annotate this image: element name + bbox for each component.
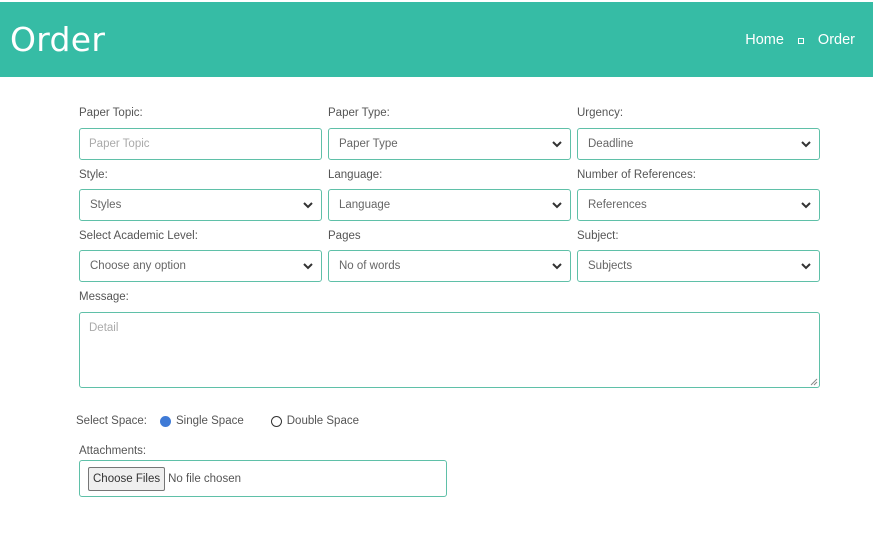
language-value: Language: [339, 199, 391, 211]
paper-topic-label: Paper Topic:: [79, 107, 143, 119]
chevron-down-icon: [303, 263, 313, 270]
chevron-down-icon: [552, 263, 562, 270]
language-select[interactable]: Language: [328, 189, 571, 221]
paper-type-value: Paper Type: [339, 138, 398, 150]
message-textarea[interactable]: Detail: [79, 312, 820, 388]
subject-select[interactable]: Subjects: [577, 250, 820, 282]
paper-topic-input[interactable]: Paper Topic: [79, 128, 322, 160]
academic-level-select[interactable]: Choose any option: [79, 250, 322, 282]
references-select[interactable]: References: [577, 189, 820, 221]
single-space-label: Single Space: [175, 415, 244, 427]
double-space-option[interactable]: Double Space: [270, 415, 359, 427]
style-value: Styles: [90, 199, 122, 211]
chevron-down-icon: [303, 202, 313, 209]
chevron-down-icon: [801, 263, 811, 270]
breadcrumb-home-link[interactable]: Home: [745, 32, 784, 48]
message-placeholder: Detail: [89, 322, 119, 334]
paper-type-select[interactable]: Paper Type: [328, 128, 571, 160]
academic-level-label: Select Academic Level:: [79, 230, 198, 242]
language-label: Language:: [328, 169, 383, 181]
pages-label: Pages: [328, 230, 361, 242]
spacing-label: Select Space:: [76, 415, 147, 427]
chevron-down-icon: [801, 141, 811, 148]
choose-files-button[interactable]: Choose Files: [88, 466, 166, 491]
resize-handle-icon[interactable]: [809, 377, 818, 386]
references-label: Number of References:: [577, 169, 696, 181]
double-space-label: Double Space: [286, 415, 359, 427]
urgency-label: Urgency:: [577, 107, 624, 119]
subject-value: Subjects: [588, 260, 633, 272]
urgency-select[interactable]: Deadline: [577, 128, 820, 160]
style-select[interactable]: Styles: [79, 189, 322, 221]
references-value: References: [588, 199, 647, 211]
page-title: Order: [10, 20, 106, 59]
single-space-radio[interactable]: [159, 415, 171, 427]
message-label: Message:: [79, 291, 129, 303]
style-label: Style:: [79, 169, 108, 181]
paper-type-label: Paper Type:: [328, 107, 390, 119]
file-status: No file chosen: [168, 472, 241, 485]
page-header: Order Home Order: [0, 2, 873, 77]
attachments-label: Attachments:: [79, 445, 147, 457]
spacing-group: Select Space: Single Space Double Space: [76, 415, 359, 427]
pages-value: No of words: [339, 260, 401, 272]
breadcrumb-separator-icon: [797, 38, 804, 44]
chevron-down-icon: [801, 202, 811, 209]
breadcrumb-order-link[interactable]: Order: [818, 32, 855, 48]
chevron-down-icon: [552, 202, 562, 209]
chevron-down-icon: [552, 141, 562, 148]
subject-label: Subject:: [577, 230, 619, 242]
attachments-file-input[interactable]: Choose Files No file chosen: [79, 460, 447, 497]
double-space-radio[interactable]: [270, 415, 282, 427]
single-space-option[interactable]: Single Space: [159, 415, 244, 427]
academic-level-value: Choose any option: [90, 260, 186, 272]
pages-select[interactable]: No of words: [328, 250, 571, 282]
breadcrumb: Home Order: [745, 32, 855, 48]
urgency-value: Deadline: [588, 138, 634, 150]
